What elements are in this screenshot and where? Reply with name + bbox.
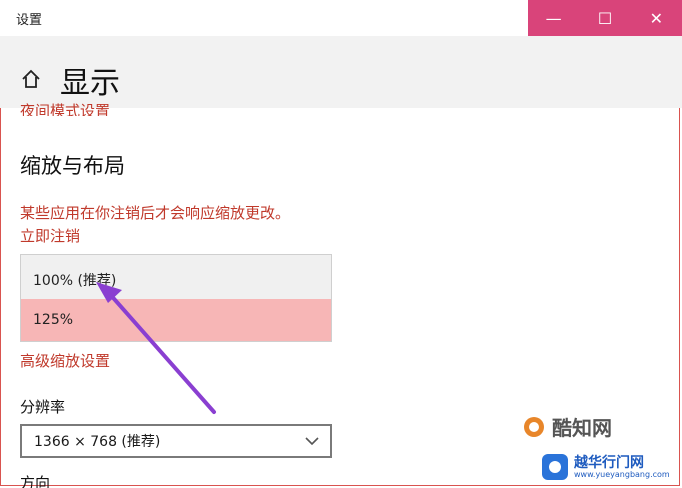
watermark-site-url: www.yueyangbang.com [574, 470, 670, 479]
watermark-kuzhiwang: 酷知网 [522, 412, 612, 441]
scale-dropdown-list[interactable]: 100% (推荐) 125% [20, 254, 332, 342]
watermark-logo-icon [524, 416, 544, 437]
night-mode-link[interactable]: 夜间模式设置 [20, 100, 110, 116]
advanced-scaling-link[interactable]: 高级缩放设置 [20, 350, 110, 371]
watermark-text: 酷知网 [552, 416, 612, 440]
scale-section-title: 缩放与布局 [20, 154, 125, 178]
watermark-site: 越华行门网 www.yueyangbang.com [540, 446, 680, 486]
window-controls: — ☐ ✕ [528, 0, 682, 36]
scale-option-125[interactable]: 125% [21, 299, 331, 341]
close-button[interactable]: ✕ [631, 0, 682, 36]
maximize-button[interactable]: ☐ [579, 0, 630, 36]
signout-link[interactable]: 立即注销 [20, 225, 290, 248]
resolution-select[interactable]: 1366 × 768 (推荐) [20, 424, 332, 458]
window-title: 设置 [16, 13, 43, 28]
page-title: 显示 [60, 66, 120, 101]
scale-warning-text: 某些应用在你注销后才会响应缩放更改。 [20, 204, 291, 222]
watermark-site-text: 越华行门网 [574, 455, 644, 471]
resolution-label: 分辨率 [20, 398, 66, 416]
scale-option-100[interactable]: 100% (推荐) [21, 259, 331, 301]
scale-warning: 某些应用在你注销后才会响应缩放更改。 立即注销 [20, 202, 290, 248]
resolution-value: 1366 × 768 (推荐) [34, 434, 161, 450]
chevron-down-icon [305, 437, 319, 446]
home-icon[interactable] [20, 68, 42, 90]
page-header: 显示 [0, 36, 682, 108]
minimize-button[interactable]: — [528, 0, 579, 36]
orientation-label: 方向 [20, 474, 51, 488]
title-bar: 设置 — ☐ ✕ [0, 0, 682, 36]
watermark-site-logo-icon [542, 454, 568, 480]
